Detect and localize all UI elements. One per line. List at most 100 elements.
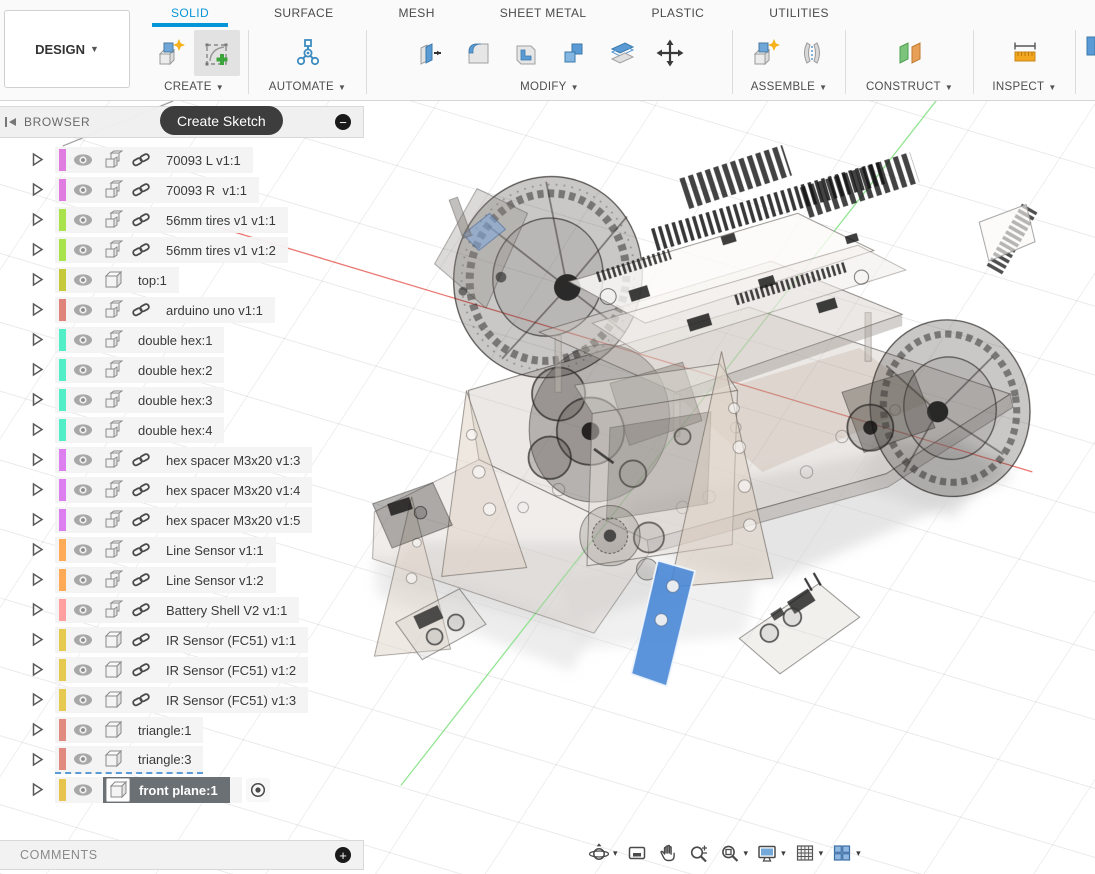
viewports-button[interactable]: ▾ xyxy=(827,838,864,868)
row-strip[interactable]: front plane:1 xyxy=(55,777,242,803)
expand-arrow-icon[interactable] xyxy=(31,242,47,258)
row-strip[interactable]: triangle:3 xyxy=(55,746,203,774)
browser-row[interactable]: Battery Shell V2 v1:1 xyxy=(0,596,299,624)
chevron-down-icon[interactable]: ▾ xyxy=(744,848,749,859)
expand-arrow-icon[interactable] xyxy=(31,212,47,228)
expand-arrow-icon[interactable] xyxy=(31,512,47,528)
construct-plane-button[interactable] xyxy=(887,30,933,76)
pan-button[interactable] xyxy=(653,838,683,868)
tab-plastic[interactable]: PLASTIC xyxy=(651,6,704,20)
inspect-menu[interactable]: INSPECT ▼ xyxy=(992,79,1056,95)
expand-arrow-icon[interactable] xyxy=(31,482,47,498)
visibility-eye-icon[interactable] xyxy=(73,723,95,737)
assemble-new-component-button[interactable] xyxy=(743,30,789,76)
browser-row[interactable]: arduino uno v1:1 xyxy=(0,296,275,324)
browser-row[interactable]: Line Sensor v1:1 xyxy=(0,536,276,564)
browser-row[interactable]: triangle:1 xyxy=(0,716,203,744)
grid-display-button[interactable]: ▾ xyxy=(790,838,827,868)
fillet-button[interactable] xyxy=(454,30,502,76)
combine-button[interactable] xyxy=(550,30,598,76)
visibility-eye-icon[interactable] xyxy=(73,663,95,677)
browser-row[interactable]: 56mm tires v1 v1:1 xyxy=(0,206,288,234)
expand-arrow-icon[interactable] xyxy=(31,752,47,768)
create-menu[interactable]: CREATE ▼ xyxy=(164,79,224,95)
visibility-eye-icon[interactable] xyxy=(73,363,95,377)
row-strip[interactable]: hex spacer M3x20 v1:4 xyxy=(55,477,312,503)
expand-arrow-icon[interactable] xyxy=(31,542,47,558)
expand-arrow-icon[interactable] xyxy=(31,662,47,678)
browser-row[interactable]: hex spacer M3x20 v1:3 xyxy=(0,446,312,474)
expand-arrow-icon[interactable] xyxy=(31,572,47,588)
visibility-eye-icon[interactable] xyxy=(73,213,95,227)
expand-arrow-icon[interactable] xyxy=(31,182,47,198)
visibility-eye-icon[interactable] xyxy=(73,633,95,647)
expand-arrow-icon[interactable] xyxy=(31,692,47,708)
visibility-eye-icon[interactable] xyxy=(73,333,95,347)
browser-row[interactable]: hex spacer M3x20 v1:4 xyxy=(0,476,312,504)
row-strip[interactable]: Battery Shell V2 v1:1 xyxy=(55,597,299,623)
expand-arrow-icon[interactable] xyxy=(31,302,47,318)
visibility-eye-icon[interactable] xyxy=(73,483,95,497)
row-strip[interactable]: double hex:4 xyxy=(55,417,224,443)
browser-row[interactable]: IR Sensor (FC51) v1:1 xyxy=(0,626,308,654)
browser-row[interactable]: double hex:3 xyxy=(0,386,224,414)
modify-menu[interactable]: MODIFY ▼ xyxy=(520,79,579,95)
chevron-down-icon[interactable]: ▾ xyxy=(781,848,786,859)
offset-face-button[interactable] xyxy=(598,30,646,76)
front-right-sensor[interactable] xyxy=(739,573,859,674)
browser-row[interactable]: 70093 L v1:1 xyxy=(0,146,253,174)
orbit-button[interactable]: ▾ xyxy=(584,838,621,868)
expand-arrow-icon[interactable] xyxy=(31,632,47,648)
expand-arrow-icon[interactable] xyxy=(31,362,47,378)
display-settings-button[interactable]: ▾ xyxy=(752,838,789,868)
expand-arrow-icon[interactable] xyxy=(31,722,47,738)
tab-sheet-metal[interactable]: SHEET METAL xyxy=(500,6,587,20)
look-at-button[interactable] xyxy=(622,838,652,868)
browser-row[interactable]: IR Sensor (FC51) v1:3 xyxy=(0,686,308,714)
assemble-menu[interactable]: ASSEMBLE ▼ xyxy=(751,79,828,95)
browser-row[interactable]: triangle:3 xyxy=(0,746,203,774)
row-strip[interactable]: double hex:1 xyxy=(55,327,224,353)
browser-row[interactable]: front plane:1 xyxy=(0,776,270,804)
visibility-eye-icon[interactable] xyxy=(73,303,95,317)
activate-component-radio[interactable] xyxy=(246,778,270,802)
expand-arrow-icon[interactable] xyxy=(31,392,47,408)
tab-utilities[interactable]: UTILITIES xyxy=(769,6,829,20)
browser-row[interactable]: double hex:1 xyxy=(0,326,224,354)
shell-button[interactable] xyxy=(502,30,550,76)
automate-menu[interactable]: AUTOMATE ▼ xyxy=(269,79,346,95)
create-sketch-button[interactable] xyxy=(194,30,240,76)
zoom-button[interactable] xyxy=(684,838,714,868)
visibility-eye-icon[interactable] xyxy=(73,183,95,197)
row-strip[interactable]: triangle:1 xyxy=(55,717,203,743)
document-type-dropdown[interactable]: DESIGN ▼ xyxy=(4,10,130,88)
visibility-eye-icon[interactable] xyxy=(73,273,95,287)
expand-arrow-icon[interactable] xyxy=(31,782,47,798)
visibility-eye-icon[interactable] xyxy=(73,573,95,587)
expand-arrow-icon[interactable] xyxy=(31,602,47,618)
comments-bar[interactable]: COMMENTS + xyxy=(0,840,364,870)
row-strip[interactable]: IR Sensor (FC51) v1:3 xyxy=(55,687,308,713)
visibility-eye-icon[interactable] xyxy=(73,752,95,766)
collapse-panel-icon[interactable] xyxy=(4,116,18,128)
expand-arrow-icon[interactable] xyxy=(31,272,47,288)
chevron-down-icon[interactable]: ▾ xyxy=(613,848,618,859)
row-strip[interactable]: double hex:3 xyxy=(55,387,224,413)
row-strip[interactable]: hex spacer M3x20 v1:3 xyxy=(55,447,312,473)
chevron-down-icon[interactable]: ▾ xyxy=(856,848,861,859)
visibility-eye-icon[interactable] xyxy=(73,543,95,557)
row-strip[interactable]: 70093 L v1:1 xyxy=(55,147,253,173)
browser-row[interactable]: 56mm tires v1 v1:2 xyxy=(0,236,288,264)
browser-row[interactable]: Line Sensor v1:2 xyxy=(0,566,276,594)
row-strip[interactable]: IR Sensor (FC51) v1:2 xyxy=(55,657,308,683)
tab-mesh[interactable]: MESH xyxy=(399,6,435,20)
move-button[interactable] xyxy=(646,30,694,76)
visibility-eye-icon[interactable] xyxy=(73,453,95,467)
tab-surface[interactable]: SURFACE xyxy=(274,6,333,20)
visibility-eye-icon[interactable] xyxy=(73,423,95,437)
automate-button[interactable] xyxy=(285,30,331,76)
visibility-eye-icon[interactable] xyxy=(73,603,95,617)
joint-button[interactable] xyxy=(789,30,835,76)
row-strip[interactable]: IR Sensor (FC51) v1:1 xyxy=(55,627,308,653)
row-strip[interactable]: top:1 xyxy=(55,267,179,293)
